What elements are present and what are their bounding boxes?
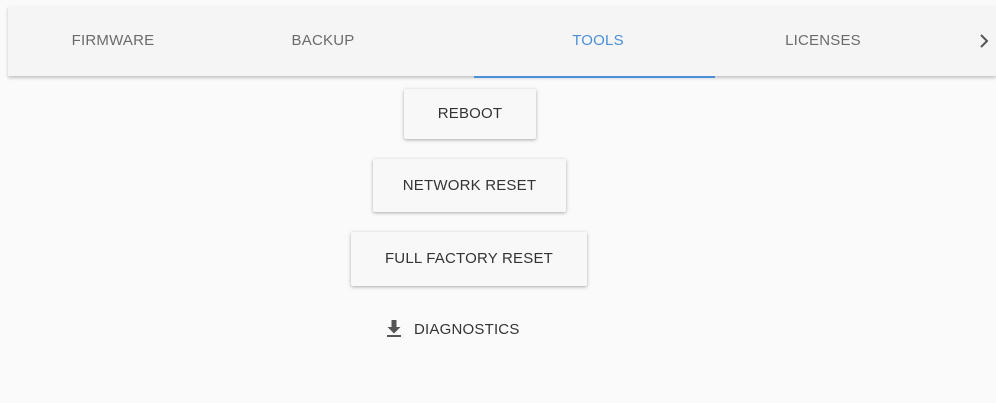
chevron-right-icon[interactable] xyxy=(972,29,996,53)
tab-bar: FIRMWARE BACKUP TOOLS LICENSES xyxy=(8,6,996,78)
network-reset-button[interactable]: NETWORK RESET xyxy=(373,159,566,212)
tab-tools[interactable]: TOOLS xyxy=(478,6,718,76)
tab-backup[interactable]: BACKUP xyxy=(238,6,408,76)
tab-firmware[interactable]: FIRMWARE xyxy=(18,6,208,76)
reboot-button[interactable]: REBOOT xyxy=(404,89,536,139)
tab-licenses[interactable]: LICENSES xyxy=(738,6,908,76)
tools-panel: REBOOT NETWORK RESET FULL FACTORY RESET … xyxy=(8,78,996,403)
diagnostics-download-link[interactable]: DIAGNOSTICS xyxy=(384,316,520,344)
download-icon xyxy=(384,318,404,338)
diagnostics-label: DIAGNOSTICS xyxy=(414,321,520,338)
full-factory-reset-button[interactable]: FULL FACTORY RESET xyxy=(351,232,587,286)
